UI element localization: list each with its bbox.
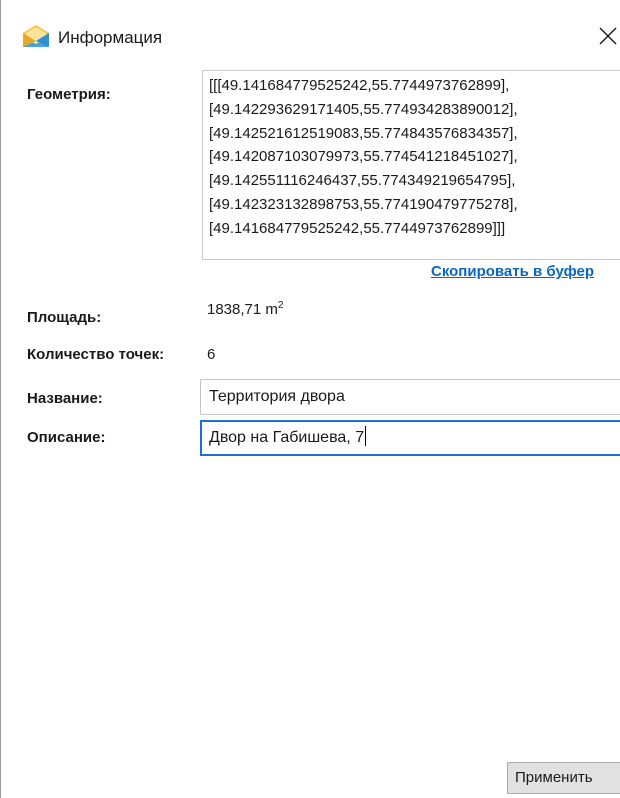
description-text: Двор на Габишева, 7 — [209, 429, 365, 446]
points-count-label: Количество точек: — [27, 346, 165, 363]
name-input[interactable]: Территория двора — [200, 379, 620, 415]
geometry-line: [49.141684779525242,55.7744973762899]]] — [209, 219, 506, 237]
geometry-textbox[interactable]: [[[49.141684779525242,55.7744973762899],… — [202, 70, 620, 260]
points-count-value: 6 — [207, 346, 216, 363]
title-bar: Информация — [1, 0, 620, 78]
area-number: 1838,71 m — [207, 301, 278, 318]
info-dialog: Информация Геометрия: [[[49.141684779525… — [0, 0, 620, 798]
geometry-line: [49.142293629171405,55.774934283890012], — [209, 100, 518, 118]
area-unit-exponent: 2 — [277, 300, 284, 311]
area-value: 1838,71 m2 — [207, 300, 283, 320]
name-label: Название: — [27, 390, 103, 407]
text-caret — [365, 426, 367, 446]
geometry-line: [49.142521612519083,55.774843576834357], — [209, 124, 518, 142]
geometry-line: [[[49.141684779525242,55.7744973762899], — [209, 77, 510, 94]
area-label: Площадь: — [27, 309, 102, 326]
close-icon[interactable] — [595, 22, 620, 50]
geometry-line: [49.142323132898753,55.774190479775278], — [209, 195, 518, 213]
description-label: Описание: — [27, 429, 106, 446]
geometry-line: [49.142551116246437,55.774349219654795], — [209, 172, 516, 190]
geometry-line: [49.142087103079973,55.774541218451027], — [209, 148, 518, 166]
geometry-label: Геометрия: — [27, 86, 111, 103]
window-title: Информация — [58, 28, 163, 47]
envelope-icon — [23, 25, 49, 47]
copy-to-clipboard-link[interactable]: Скопировать в буфер — [431, 262, 594, 282]
close-button[interactable] — [595, 22, 620, 50]
apply-button[interactable]: Применить — [507, 762, 620, 794]
description-input[interactable]: Двор на Габишева, 7 — [200, 420, 620, 456]
